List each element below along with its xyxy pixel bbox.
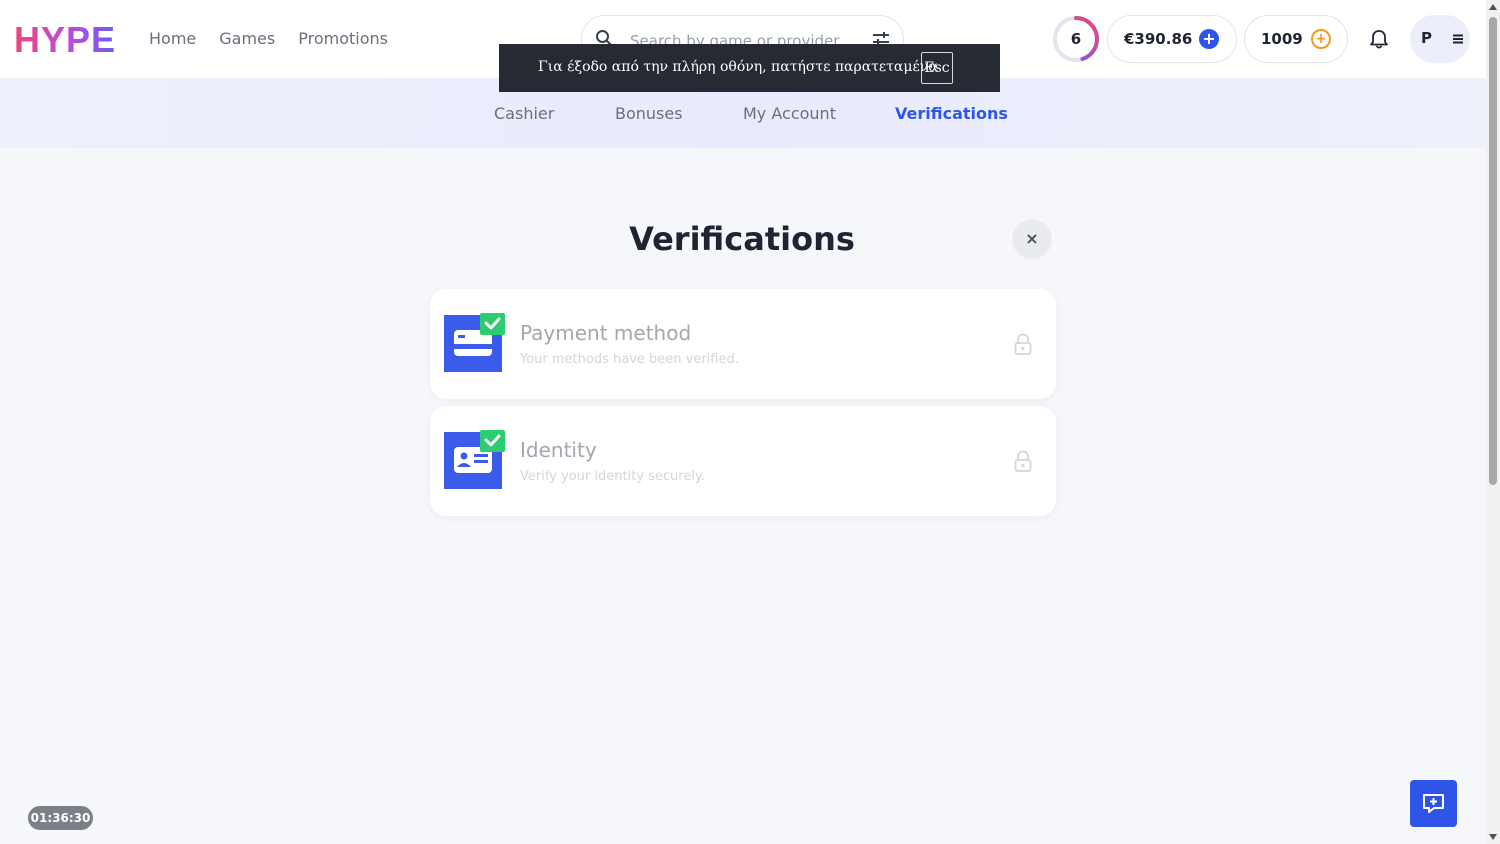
balance-amount: €390.86 <box>1124 30 1193 48</box>
close-button[interactable]: × <box>1012 219 1052 259</box>
fullscreen-exit-toast: Για έξοδο από την πλήρη οθόνη, πατήστε π… <box>499 44 1000 92</box>
verification-card-payment[interactable]: Payment method Your methods have been ve… <box>430 289 1056 399</box>
tab-cashier[interactable]: Cashier <box>494 104 554 123</box>
profile-menu[interactable]: P <box>1410 15 1470 63</box>
nav-promotions[interactable]: Promotions <box>298 29 388 49</box>
card-subtitle: Your methods have been verified. <box>520 352 739 367</box>
scroll-thumb[interactable] <box>1489 17 1497 485</box>
support-chat-button[interactable] <box>1410 780 1457 827</box>
id-verified-icon <box>444 430 505 489</box>
scroll-up-arrow[interactable] <box>1489 4 1497 10</box>
card-verified-icon <box>444 313 505 372</box>
card-subtitle: Verify your identity securely. <box>520 469 705 484</box>
nav-home[interactable]: Home <box>149 29 196 49</box>
page-title: Verifications <box>629 220 855 258</box>
card-title: Payment method <box>520 321 692 345</box>
card-title: Identity <box>520 438 597 462</box>
points-amount: 1009 <box>1261 30 1303 48</box>
points-pill[interactable]: 1009 + <box>1244 15 1348 63</box>
tab-bonuses[interactable]: Bonuses <box>615 104 683 123</box>
main-nav: Home Games Promotions <box>149 29 388 49</box>
verification-card-identity[interactable]: Identity Verify your identity securely. <box>430 406 1056 516</box>
nav-games[interactable]: Games <box>219 29 275 49</box>
lock-icon <box>1014 333 1032 355</box>
scroll-down-arrow[interactable] <box>1489 834 1497 840</box>
points-plus-icon[interactable]: + <box>1311 29 1331 49</box>
session-timer: 01:36:30 <box>28 806 93 830</box>
lock-icon <box>1014 450 1032 472</box>
avatar: P <box>1421 29 1432 47</box>
page-scrollbar[interactable] <box>1486 0 1500 844</box>
deposit-plus-icon[interactable]: + <box>1199 29 1219 49</box>
tab-verifications[interactable]: Verifications <box>895 104 1008 123</box>
notification-bell-icon[interactable] <box>1368 28 1390 50</box>
balance-pill[interactable]: €390.86 + <box>1107 15 1237 63</box>
level-number: 6 <box>1070 30 1082 48</box>
tab-my-account[interactable]: My Account <box>743 104 836 123</box>
hamburger-menu-icon <box>1453 34 1463 44</box>
toast-message: Για έξοδο από την πλήρη οθόνη, πατήστε π… <box>538 59 938 75</box>
level-badge[interactable]: 6 <box>1052 15 1100 63</box>
esc-key-badge: Esc <box>921 52 953 84</box>
hype-logo[interactable]: HYPE <box>14 22 116 58</box>
chat-icon <box>1423 794 1444 813</box>
